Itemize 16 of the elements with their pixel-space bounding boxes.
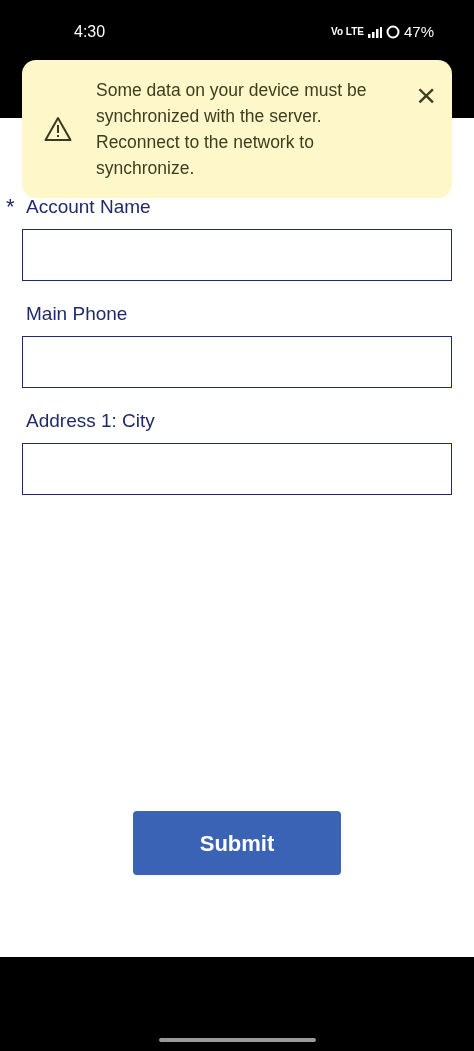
field-label: Account Name: [26, 196, 151, 218]
close-button[interactable]: ×: [416, 80, 436, 110]
input-field[interactable]: [22, 336, 452, 388]
network-label: Vo LTE: [331, 27, 364, 38]
field-label: Address 1: City: [26, 410, 155, 432]
input-field[interactable]: [22, 229, 452, 281]
input-field[interactable]: [22, 443, 452, 495]
submit-button[interactable]: Submit: [133, 811, 341, 875]
signal-icon: [367, 26, 382, 38]
clock: 4:30: [74, 22, 106, 42]
required-marker: *: [6, 193, 15, 221]
warning-icon: [44, 116, 72, 142]
field-label: Main Phone: [26, 303, 128, 325]
battery-icon: [385, 25, 400, 40]
sync-warning-message: Some data on your device must be synchronized with the server. Reconnect to the network to synchronize.: [96, 79, 368, 180]
battery-percentage: 47%: [403, 22, 434, 42]
